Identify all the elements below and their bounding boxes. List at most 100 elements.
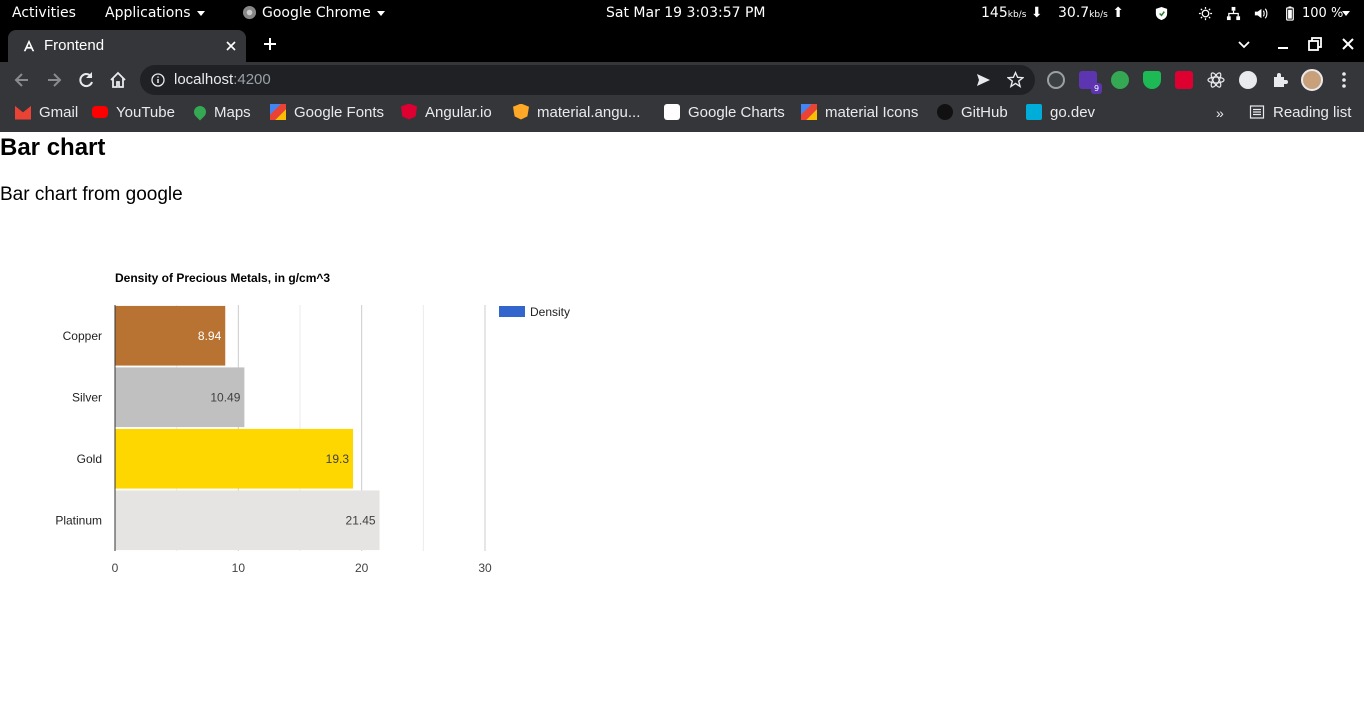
- shield-icon[interactable]: [1154, 6, 1169, 21]
- bookmark-material-icons[interactable]: material Icons: [801, 98, 918, 128]
- bookmark-label: Google Charts: [688, 104, 785, 121]
- arrow-down-icon: ⬇: [1030, 5, 1043, 21]
- extension-green-icon[interactable]: [1111, 71, 1129, 89]
- net-down-unit: kb/s: [1007, 10, 1027, 20]
- bookmark-maps[interactable]: Maps: [191, 98, 251, 128]
- bar-data-label: 8.94: [198, 329, 222, 343]
- app-menu-label: Google Chrome: [262, 5, 371, 21]
- bookmark-label: Gmail: [39, 104, 79, 121]
- browser-toolbar: localhost:4200 9: [0, 62, 1364, 98]
- clock[interactable]: Sat Mar 19 3:03:57 PM: [606, 0, 765, 27]
- battery-icon[interactable]: [1282, 6, 1297, 21]
- bookmark-google-charts[interactable]: Google Charts: [664, 98, 785, 128]
- bar-gold: [115, 428, 354, 489]
- google-fonts-icon: [270, 103, 286, 120]
- url-port: :4200: [233, 71, 271, 88]
- applications-label: Applications: [105, 5, 191, 21]
- legend-label: Density: [530, 305, 570, 319]
- close-window-icon[interactable]: [1340, 36, 1356, 52]
- bookmark-material-angular[interactable]: material.angu...: [513, 98, 640, 128]
- bookmark-label: YouTube: [116, 104, 175, 121]
- bookmark-gmail[interactable]: Gmail: [15, 98, 78, 128]
- bookmark-label: Angular.io: [425, 104, 492, 121]
- back-icon[interactable]: [12, 70, 32, 90]
- chevron-down-icon: [196, 10, 205, 16]
- react-devtools-icon[interactable]: [1207, 71, 1225, 89]
- page-title: Bar chart: [0, 134, 106, 161]
- url-host: localhost: [174, 71, 234, 88]
- url-text[interactable]: localhost:4200: [174, 71, 271, 88]
- profile-avatar[interactable]: [1301, 69, 1323, 91]
- bookmark-angular[interactable]: Angular.io: [401, 98, 492, 128]
- angular-devtools-icon[interactable]: [1175, 71, 1193, 89]
- extensions-puzzle-icon[interactable]: [1271, 71, 1289, 89]
- x-tick-label: 20: [355, 561, 369, 575]
- google-charts-icon: [664, 103, 680, 120]
- forward-icon[interactable]: [44, 70, 64, 90]
- bookmark-label: go.dev: [1050, 104, 1096, 121]
- maps-pin-icon: [191, 103, 209, 121]
- reading-list-icon: [1249, 104, 1265, 119]
- bar-chart: Density of Precious Metals, in g/cm^3 8.9…: [55, 271, 570, 575]
- net-down-value: 145: [981, 5, 1008, 21]
- home-icon[interactable]: [108, 70, 128, 90]
- close-tab-icon[interactable]: [224, 39, 238, 53]
- bookmark-go-dev[interactable]: go.dev: [1026, 98, 1095, 128]
- network-icon[interactable]: [1226, 6, 1241, 21]
- material-icons-icon: [801, 103, 817, 120]
- bar-platinum: [115, 490, 380, 551]
- volume-icon[interactable]: [1253, 6, 1268, 21]
- bookmark-google-fonts[interactable]: Google Fonts: [270, 98, 384, 128]
- reading-list-button[interactable]: Reading list: [1249, 98, 1351, 128]
- chevron-down-icon: [376, 10, 385, 16]
- extension-glasses-icon[interactable]: [1047, 71, 1065, 89]
- angular-favicon-icon: [23, 39, 35, 52]
- bookmark-label: Maps: [214, 104, 251, 121]
- material-shield-icon: [513, 103, 529, 120]
- extension-shield-icon[interactable]: [1143, 71, 1161, 89]
- app-menu-chrome[interactable]: Google Chrome: [242, 0, 385, 27]
- angular-icon: [401, 103, 417, 120]
- reload-icon[interactable]: [76, 70, 96, 90]
- send-tab-icon[interactable]: [975, 72, 991, 88]
- bar-data-label: 21.45: [346, 513, 376, 527]
- more-bookmarks-chevron-icon[interactable]: »: [1216, 98, 1224, 128]
- category-label: Silver: [72, 390, 102, 404]
- category-label: Gold: [77, 452, 102, 466]
- bookmark-youtube[interactable]: YouTube: [92, 98, 175, 128]
- arrow-up-icon: ⬆: [1112, 5, 1125, 21]
- restore-icon[interactable]: [1307, 36, 1323, 52]
- page-subtitle: Bar chart from google: [0, 184, 183, 205]
- bar-data-label: 10.49: [210, 390, 240, 404]
- x-tick-label: 0: [112, 561, 119, 575]
- net-up-unit: kb/s: [1089, 10, 1108, 20]
- x-tick-label: 30: [478, 561, 492, 575]
- bookmark-label: material.angu...: [537, 104, 641, 121]
- bookmark-star-icon[interactable]: [1007, 71, 1024, 88]
- tab-search-chevron-icon[interactable]: [1237, 37, 1251, 51]
- legend-swatch: [499, 306, 525, 317]
- applications-menu[interactable]: Applications: [105, 0, 205, 27]
- tab-title: Frontend: [44, 37, 105, 54]
- go-dev-icon: [1026, 103, 1042, 120]
- kebab-menu-icon[interactable]: [1334, 70, 1354, 90]
- minimize-icon[interactable]: [1275, 36, 1291, 52]
- bookmark-github[interactable]: GitHub: [937, 98, 1008, 128]
- category-label: Platinum: [55, 513, 102, 527]
- net-speed-down: 145kb/s ⬇: [981, 0, 1043, 27]
- bookmark-label: GitHub: [961, 104, 1008, 121]
- chrome-icon: [242, 5, 257, 19]
- battery-percent[interactable]: 100 %: [1302, 0, 1343, 27]
- github-icon: [937, 103, 953, 120]
- activities-button[interactable]: Activities: [12, 0, 76, 27]
- site-info-icon[interactable]: [151, 73, 165, 87]
- address-bar[interactable]: localhost:4200: [140, 65, 1035, 95]
- tab-frontend[interactable]: Frontend: [8, 30, 246, 62]
- new-tab-icon[interactable]: [262, 36, 278, 52]
- net-speed-up: 30.7kb/s ⬆: [1058, 0, 1124, 27]
- system-menu-chevron-icon[interactable]: [1342, 11, 1350, 16]
- brightness-icon[interactable]: [1198, 6, 1213, 21]
- system-top-bar: Activities Applications Google Chrome Sa…: [0, 0, 1364, 27]
- extension-circle-icon[interactable]: [1239, 71, 1257, 89]
- extension-badge: 9: [1091, 83, 1102, 94]
